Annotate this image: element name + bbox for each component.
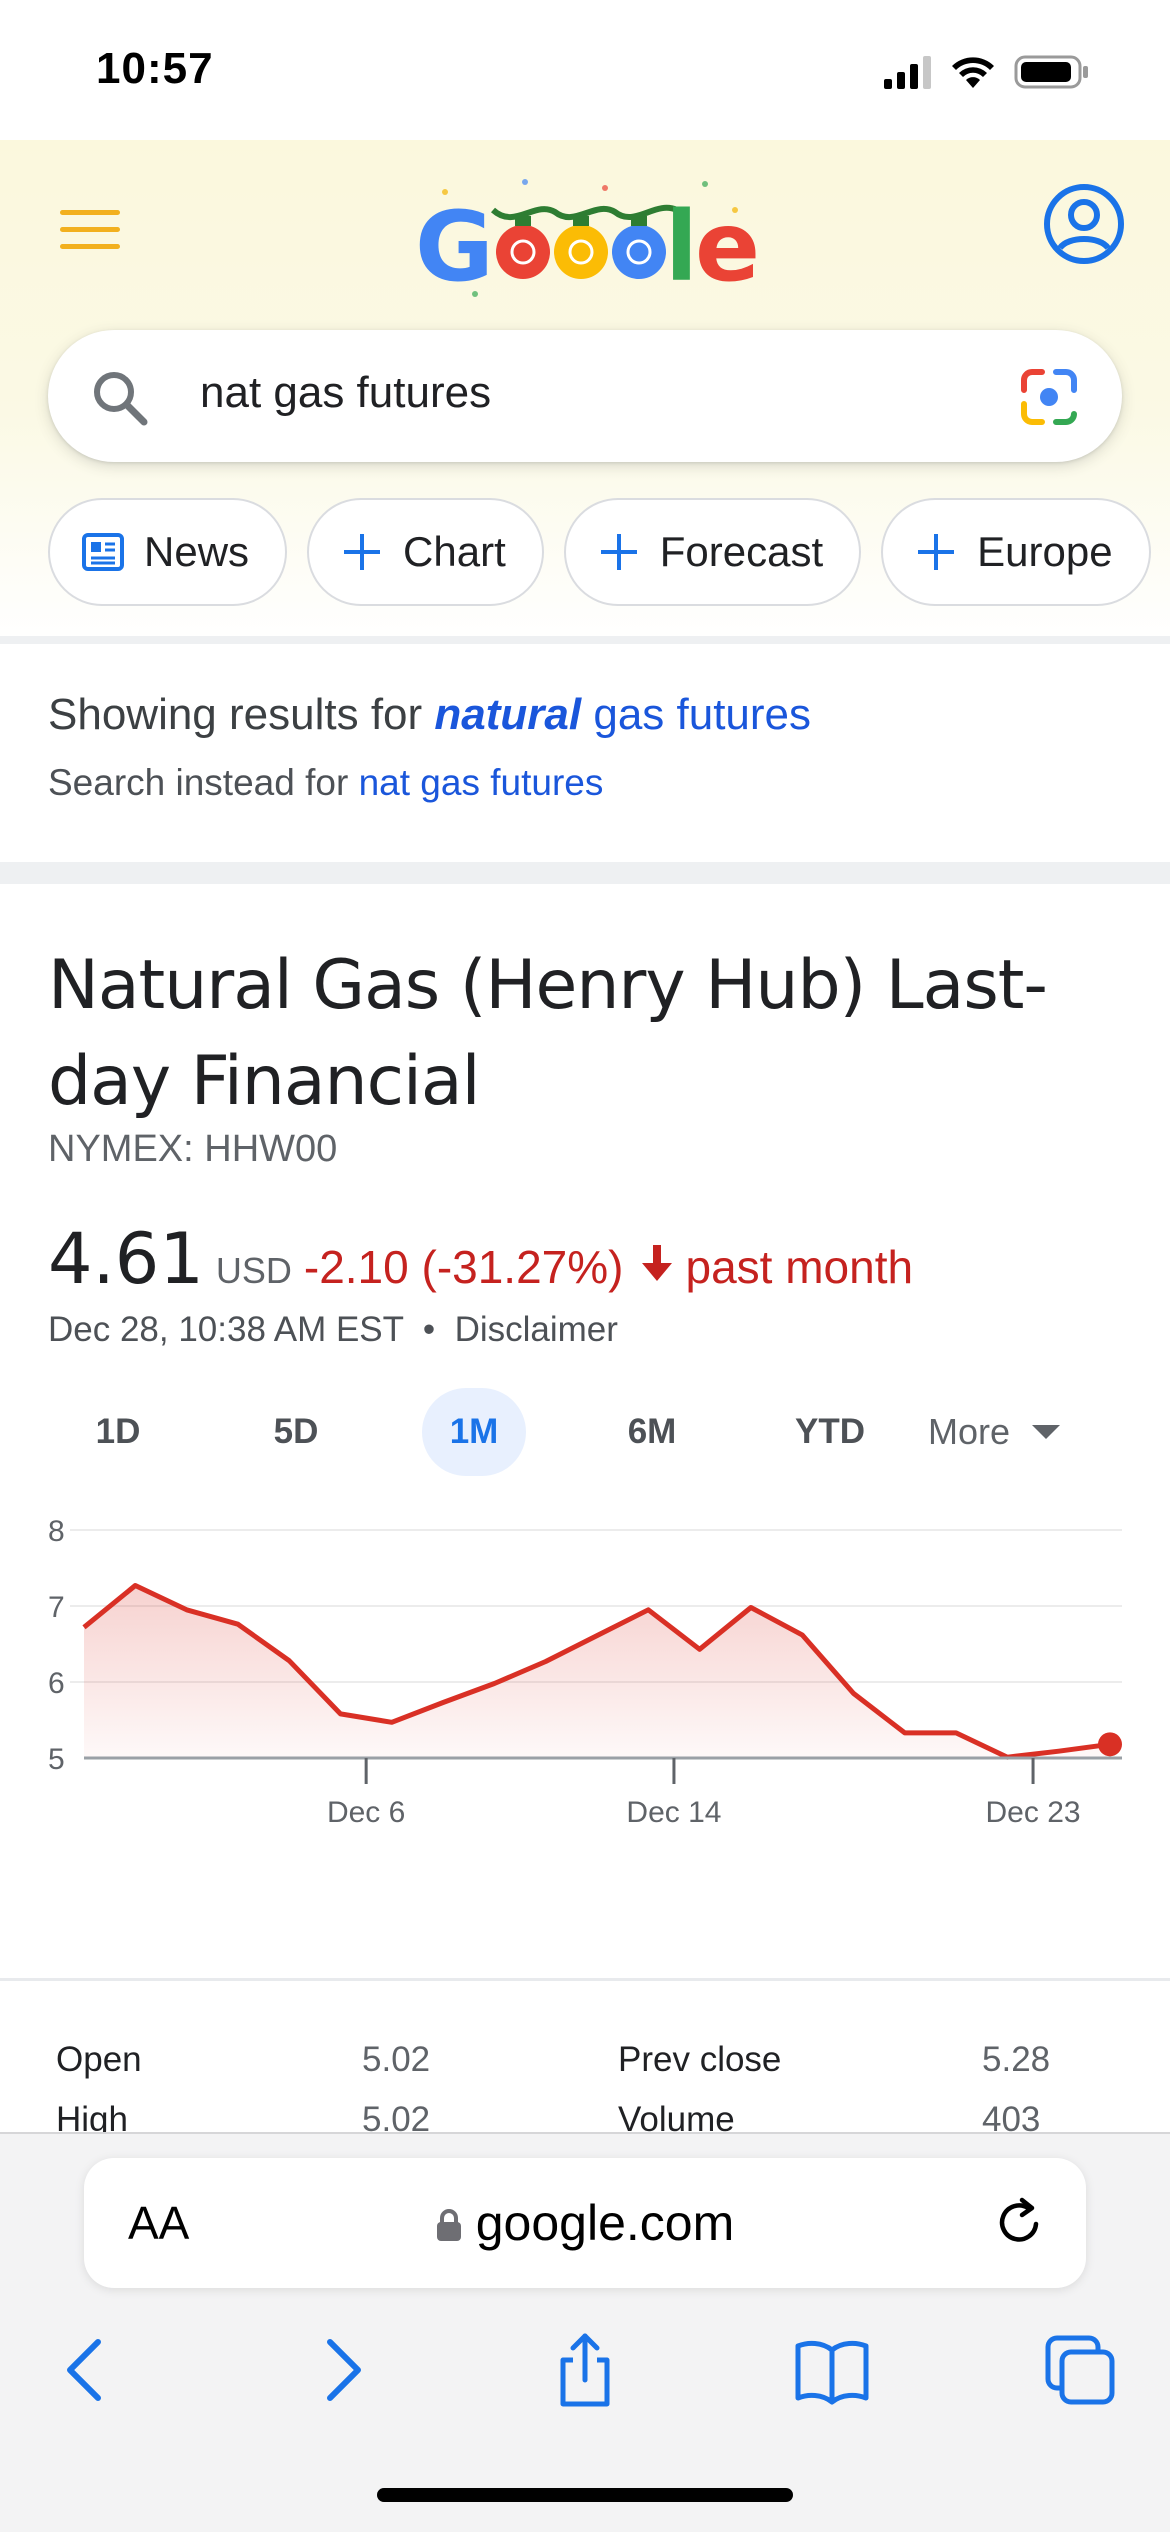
chart-y-tick-label: 5 (48, 1743, 65, 1776)
stat-label-prev-close: Prev close (618, 2040, 782, 2079)
url-text: google.com (475, 2195, 735, 2251)
status-bar: 10:57 (0, 0, 1170, 140)
chip-label: Forecast (659, 528, 824, 575)
down-arrow-icon (642, 1245, 673, 1281)
original-query-link[interactable]: nat gas futures (359, 762, 604, 803)
plus-icon (918, 534, 955, 570)
cellular-signal-icon (884, 56, 931, 89)
tab-6m[interactable]: 6M (600, 1388, 704, 1476)
chart-y-tick-label: 8 (48, 1515, 65, 1548)
suggestion-chips: News Chart Forecast Europe (48, 498, 1170, 606)
reload-icon[interactable] (992, 2194, 1048, 2250)
chart-x-tick-label: Dec 23 (986, 1796, 1081, 1829)
chart-y-tick-label: 6 (48, 1667, 65, 1700)
section-divider (0, 1978, 1170, 1981)
section-divider (0, 636, 1170, 644)
search-icon (94, 372, 148, 426)
price-timestamp: Dec 28, 10:38 AM EST (48, 1310, 404, 1349)
ticker-symbol: NYMEX: HHW00 (48, 1128, 338, 1170)
finance-title: Natural Gas (Henry Hub) Last-day Financi… (48, 946, 1048, 1121)
chip-news[interactable]: News (48, 498, 288, 606)
change-period: past month (685, 1241, 914, 1293)
battery-icon (1014, 55, 1088, 89)
chip-label: News (144, 528, 250, 575)
chart-last-point (1098, 1732, 1122, 1757)
stat-value-open: 5.02 (362, 2040, 431, 2079)
plus-icon (344, 534, 381, 570)
chart-x-tick-label: Dec 14 (626, 1796, 721, 1829)
address-bar[interactable]: AA google.com (84, 2158, 1086, 2288)
time-range-tabs: 1D 5D 1M 6M YTD More (48, 1388, 1122, 1488)
corrected-emphasis: natural (434, 690, 582, 739)
chip-chart[interactable]: Chart (307, 498, 544, 606)
corrected-rest: gas futures (593, 690, 812, 739)
more-ranges-dropdown[interactable]: More (928, 1388, 1061, 1476)
search-input[interactable]: nat gas futures (200, 368, 491, 418)
tab-5d[interactable]: 5D (244, 1388, 348, 1476)
svg-text:e: e (695, 191, 760, 303)
price-change: -2.10 (-31.27%) (303, 1241, 624, 1293)
svg-text:G: G (415, 191, 494, 303)
tab-1d[interactable]: 1D (66, 1388, 170, 1476)
svg-text:l: l (665, 191, 698, 303)
chip-label: Chart (403, 528, 506, 575)
price-timestamp-row: Dec 28, 10:38 AM EST • Disclaimer (48, 1310, 618, 1350)
caret-down-icon (1032, 1425, 1061, 1439)
chip-forecast[interactable]: Forecast (563, 498, 862, 606)
chart-x-tick-label: Dec 6 (327, 1796, 405, 1829)
url-display[interactable]: google.com (84, 2194, 1086, 2252)
chip-europe[interactable]: Europe (881, 498, 1151, 606)
separator-dot: • (413, 1310, 445, 1349)
google-doodle-logo[interactable]: G l e (405, 170, 765, 310)
bookmarks-icon[interactable] (792, 2330, 872, 2410)
home-indicator (377, 2488, 793, 2502)
section-divider (0, 862, 1170, 884)
spelling-prefix: Showing results for (48, 690, 423, 739)
chart-y-tick-label: 7 (48, 1591, 65, 1624)
google-lens-icon[interactable] (1018, 366, 1080, 428)
corrected-query-link[interactable]: natural gas futures (434, 690, 811, 739)
status-icons (884, 52, 1090, 92)
safari-bottom-bar: AA google.com (0, 2132, 1170, 2532)
news-icon (82, 533, 124, 571)
lock-icon (436, 2209, 461, 2241)
back-icon[interactable] (48, 2330, 128, 2410)
currency: USD (215, 1250, 292, 1291)
plus-icon (600, 534, 637, 570)
wifi-icon (952, 57, 994, 88)
forward-icon[interactable] (300, 2330, 380, 2410)
search-box[interactable]: nat gas futures (48, 330, 1122, 462)
share-icon[interactable] (545, 2330, 625, 2410)
tab-1m[interactable]: 1M (422, 1388, 526, 1476)
more-label: More (928, 1411, 1011, 1452)
showing-results-for: Showing results for natural gas futures (48, 690, 811, 740)
search-instead-for: Search instead for nat gas futures (48, 762, 603, 804)
disclaimer-link[interactable]: Disclaimer (455, 1310, 618, 1349)
tab-ytd[interactable]: YTD (778, 1388, 882, 1476)
status-time: 10:57 (96, 44, 214, 93)
instead-prefix: Search instead for (48, 762, 349, 803)
tabs-icon[interactable] (1040, 2330, 1120, 2410)
price-chart[interactable]: 8 7 6 5 Dec 6 Dec 14 Dec 23 (0, 1500, 1170, 1940)
stat-label-open: Open (56, 2040, 142, 2079)
hamburger-menu-icon[interactable] (60, 210, 120, 254)
price-row: 4.61 USD -2.10 (-31.27%) past month (48, 1218, 913, 1300)
current-price: 4.61 (48, 1218, 204, 1300)
account-icon[interactable] (1042, 182, 1126, 266)
stat-value-prev-close: 5.28 (982, 2040, 1051, 2079)
chip-label: Europe (977, 528, 1113, 575)
